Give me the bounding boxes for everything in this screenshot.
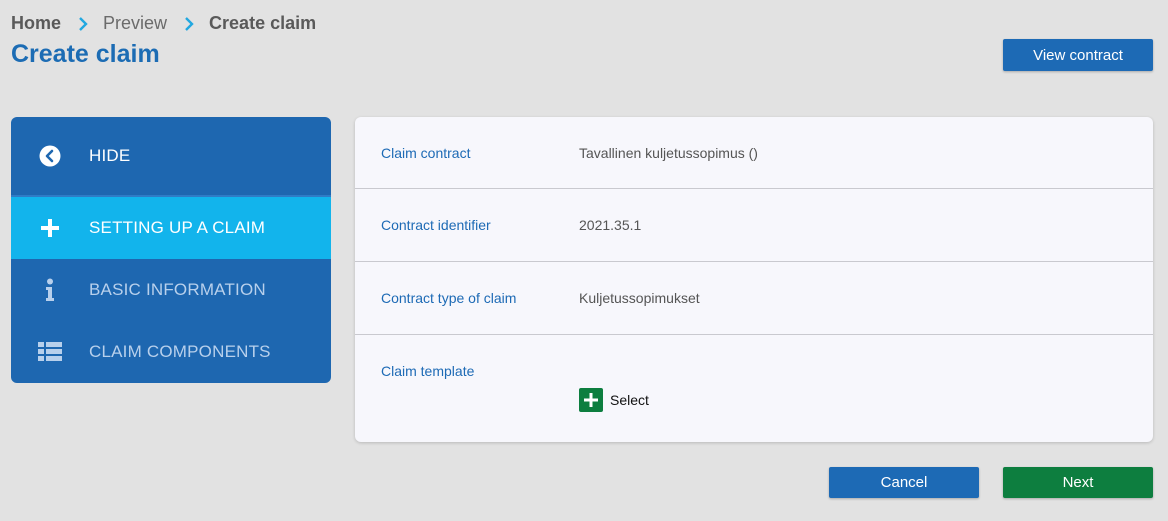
plus-icon xyxy=(579,388,603,412)
breadcrumb-current: Create claim xyxy=(209,13,317,33)
sidebar: HIDE SETTING UP A CLAIM BASIC INFORMATIO… xyxy=(11,117,331,383)
claim-contract-row: Claim contract Tavallinen kuljetussopimu… xyxy=(355,117,1153,189)
sidebar-item-label: SETTING UP A CLAIM xyxy=(89,218,266,237)
next-button[interactable]: Next xyxy=(1003,467,1153,498)
breadcrumb: Home Preview Create claim xyxy=(11,13,316,34)
select-template-button[interactable]: Select xyxy=(579,388,649,412)
sidebar-item-label: HIDE xyxy=(89,146,131,165)
claim-template-row: Claim template Select xyxy=(355,335,1153,442)
sidebar-item-hide[interactable]: HIDE xyxy=(11,117,331,195)
claim-contract-value: Tavallinen kuljetussopimus () xyxy=(579,145,758,161)
contract-identifier-label: Contract identifier xyxy=(381,217,491,233)
sidebar-item-label: CLAIM COMPONENTS xyxy=(89,342,271,361)
sidebar-item-label: BASIC INFORMATION xyxy=(89,280,266,299)
chevron-right-icon xyxy=(77,16,89,32)
contract-type-row: Contract type of claim Kuljetussopimukse… xyxy=(355,262,1153,335)
contract-identifier-value: 2021.35.1 xyxy=(579,217,642,233)
claim-details-panel: Claim contract Tavallinen kuljetussopimu… xyxy=(355,117,1153,442)
list-icon xyxy=(13,342,87,362)
claim-contract-label: Claim contract xyxy=(381,145,471,161)
contract-type-label: Contract type of claim xyxy=(381,290,517,306)
chevron-left-circle-icon xyxy=(13,145,87,167)
breadcrumb-home[interactable]: Home xyxy=(11,13,61,34)
sidebar-item-basic-information[interactable]: BASIC INFORMATION xyxy=(11,259,331,321)
info-icon xyxy=(13,278,87,302)
contract-identifier-row: Contract identifier 2021.35.1 xyxy=(355,189,1153,262)
view-contract-button[interactable]: View contract xyxy=(1003,39,1153,71)
page-title: Create claim xyxy=(11,40,160,68)
sidebar-item-setting-up-a-claim[interactable]: SETTING UP A CLAIM xyxy=(11,197,331,259)
contract-type-value: Kuljetussopimukset xyxy=(579,290,700,306)
breadcrumb-preview[interactable]: Preview xyxy=(103,13,167,34)
cancel-button[interactable]: Cancel xyxy=(829,467,979,498)
plus-icon xyxy=(13,218,87,238)
chevron-right-icon xyxy=(183,16,195,32)
claim-template-label: Claim template xyxy=(381,363,475,379)
select-label: Select xyxy=(610,392,649,408)
sidebar-item-claim-components[interactable]: CLAIM COMPONENTS xyxy=(11,321,331,383)
